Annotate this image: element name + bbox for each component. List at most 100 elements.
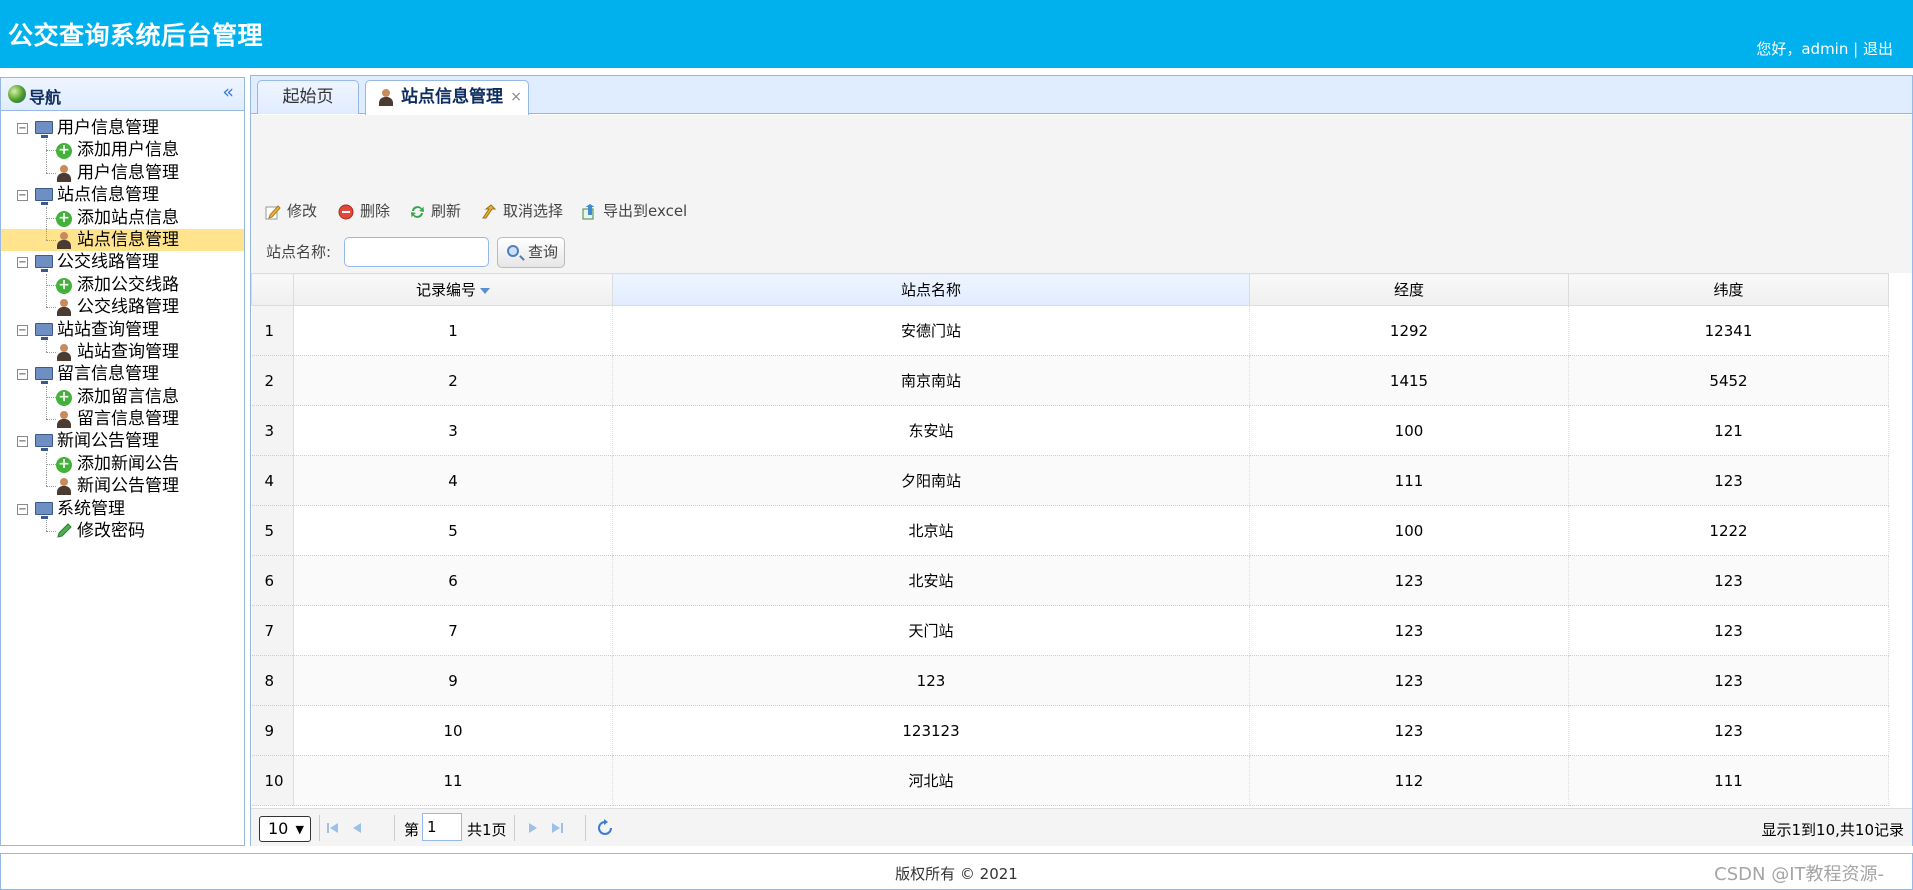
first-page-icon[interactable] <box>323 818 343 838</box>
export-excel-button[interactable]: 导出到excel <box>581 199 687 223</box>
tree-item[interactable]: 修改密码 <box>1 520 244 542</box>
previous-page-icon[interactable] <box>347 818 367 838</box>
next-page-icon[interactable] <box>523 818 543 838</box>
tree-item[interactable]: + 添加留言信息 <box>1 385 244 409</box>
table-row[interactable]: 6 6 北安站 123 123 <box>251 555 1889 606</box>
cell-latitude[interactable]: 123 <box>1568 655 1889 706</box>
cell-longitude[interactable]: 111 <box>1249 455 1569 506</box>
collapse-toggle-icon[interactable]: − <box>17 324 28 336</box>
cell-latitude[interactable]: 123 <box>1568 455 1889 506</box>
collapse-toggle-icon[interactable]: − <box>17 503 28 515</box>
cell-name[interactable]: 夕阳南站 <box>612 455 1250 506</box>
table-row[interactable]: 4 4 夕阳南站 111 123 <box>251 455 1889 506</box>
cell-longitude[interactable]: 123 <box>1249 555 1569 606</box>
column-header-id[interactable]: 记录编号 <box>293 273 613 306</box>
tree-group[interactable]: − 站点信息管理 <box>1 184 244 206</box>
refresh-button[interactable]: 刷新 <box>409 199 461 223</box>
tree-group[interactable]: − 站站查询管理 <box>1 319 244 341</box>
tree-item[interactable]: 留言信息管理 <box>1 408 244 430</box>
cell-longitude[interactable]: 123 <box>1249 705 1569 756</box>
table-row[interactable]: 3 3 东安站 100 121 <box>251 405 1889 456</box>
column-header-longitude[interactable]: 经度 <box>1249 273 1569 306</box>
cell-longitude[interactable]: 123 <box>1249 655 1569 706</box>
page-number-input[interactable] <box>422 813 462 841</box>
tree-group[interactable]: − 用户信息管理 <box>1 117 244 139</box>
cell-id[interactable]: 6 <box>293 555 613 606</box>
collapse-toggle-icon[interactable]: − <box>17 123 28 134</box>
cell-name[interactable]: 河北站 <box>612 755 1250 806</box>
edit-button[interactable]: 修改 <box>265 199 317 223</box>
cell-id[interactable]: 4 <box>293 455 613 506</box>
cell-latitude[interactable]: 123 <box>1568 605 1889 656</box>
close-icon[interactable]: × <box>510 81 522 113</box>
table-row[interactable]: 1 1 安德门站 1292 12341 <box>251 305 1889 356</box>
cell-name[interactable]: 天门站 <box>612 605 1250 656</box>
cell-longitude[interactable]: 112 <box>1249 755 1569 806</box>
cell-latitude[interactable]: 111 <box>1568 755 1889 806</box>
column-header-latitude[interactable]: 纬度 <box>1568 273 1889 306</box>
cell-id[interactable]: 11 <box>293 755 613 806</box>
collapse-toggle-icon[interactable]: − <box>17 257 28 269</box>
collapse-toggle-icon[interactable]: − <box>17 190 28 202</box>
cell-name[interactable]: 123 <box>612 655 1250 706</box>
page-size-select[interactable]: 10 ▼ <box>259 816 311 842</box>
cell-id[interactable]: 5 <box>293 505 613 556</box>
cell-name[interactable]: 北安站 <box>612 555 1250 606</box>
table-row[interactable]: 10 11 河北站 112 111 <box>251 755 1889 806</box>
logout-link[interactable]: 退出 <box>1863 40 1893 58</box>
tree-item[interactable]: + 添加公交线路 <box>1 273 244 297</box>
delete-button[interactable]: 删除 <box>338 199 390 223</box>
table-row[interactable]: 8 9 123 123 123 <box>251 655 1889 706</box>
reload-icon[interactable] <box>595 818 615 838</box>
tab-station-management[interactable]: 站点信息管理 × <box>365 80 529 115</box>
cell-id[interactable]: 10 <box>293 705 613 756</box>
cell-id[interactable]: 2 <box>293 355 613 406</box>
tree-item[interactable]: + 添加站点信息 <box>1 206 244 229</box>
tree-item[interactable]: 站站查询管理 <box>1 340 244 363</box>
cell-id[interactable]: 3 <box>293 405 613 456</box>
tree-item[interactable]: 新闻公告管理 <box>1 475 244 497</box>
cell-longitude[interactable]: 100 <box>1249 405 1569 456</box>
cell-latitude[interactable]: 12341 <box>1568 305 1889 356</box>
tree-item[interactable]: 用户信息管理 <box>1 161 244 184</box>
collapse-toggle-icon[interactable]: − <box>17 369 28 381</box>
cell-name[interactable]: 安德门站 <box>612 305 1250 356</box>
cell-id[interactable]: 7 <box>293 605 613 656</box>
cell-latitude[interactable]: 123 <box>1568 705 1889 756</box>
collapse-toggle-icon[interactable]: − <box>17 436 28 448</box>
cancel-select-button[interactable]: 取消选择 <box>481 199 563 223</box>
nav-tree: − 用户信息管理 + 添加用户信息 用户信息管理 − 站点信息管理 + 添加站点信息 站点信息管理… <box>1 111 244 542</box>
table-row[interactable]: 2 2 南京南站 1415 5452 <box>251 355 1889 406</box>
cell-name[interactable]: 123123 <box>612 705 1250 756</box>
table-row[interactable]: 9 10 123123 123 123 <box>251 705 1889 756</box>
search-button[interactable]: 查询 <box>497 237 565 268</box>
tree-item[interactable]: + 添加用户信息 <box>1 139 244 162</box>
tree-item[interactable]: 公交线路管理 <box>1 296 244 318</box>
column-header-name[interactable]: 站点名称 <box>612 273 1250 306</box>
cell-latitude[interactable]: 5452 <box>1568 355 1889 406</box>
cell-latitude[interactable]: 1222 <box>1568 505 1889 556</box>
tree-group[interactable]: − 系统管理 <box>1 498 244 520</box>
cell-longitude[interactable]: 1415 <box>1249 355 1569 406</box>
tree-group[interactable]: − 新闻公告管理 <box>1 430 244 452</box>
cell-id[interactable]: 9 <box>293 655 613 706</box>
tree-item[interactable]: + 添加新闻公告 <box>1 452 244 476</box>
tree-group[interactable]: − 留言信息管理 <box>1 363 244 385</box>
cell-longitude[interactable]: 100 <box>1249 505 1569 556</box>
tab-home[interactable]: 起始页 <box>257 80 359 114</box>
cell-name[interactable]: 南京南站 <box>612 355 1250 406</box>
cell-longitude[interactable]: 1292 <box>1249 305 1569 356</box>
cell-longitude[interactable]: 123 <box>1249 605 1569 656</box>
double-chevron-left-icon[interactable]: « <box>222 81 234 103</box>
cell-id[interactable]: 1 <box>293 305 613 356</box>
table-row[interactable]: 7 7 天门站 123 123 <box>251 605 1889 656</box>
cell-latitude[interactable]: 123 <box>1568 555 1889 606</box>
tree-group[interactable]: − 公交线路管理 <box>1 251 244 273</box>
cell-name[interactable]: 东安站 <box>612 405 1250 456</box>
tree-item[interactable]: 站点信息管理 <box>1 228 244 252</box>
cell-name[interactable]: 北京站 <box>612 505 1250 556</box>
cell-latitude[interactable]: 121 <box>1568 405 1889 456</box>
table-row[interactable]: 5 5 北京站 100 1222 <box>251 505 1889 556</box>
last-page-icon[interactable] <box>547 818 567 838</box>
station-name-input[interactable] <box>344 237 489 267</box>
